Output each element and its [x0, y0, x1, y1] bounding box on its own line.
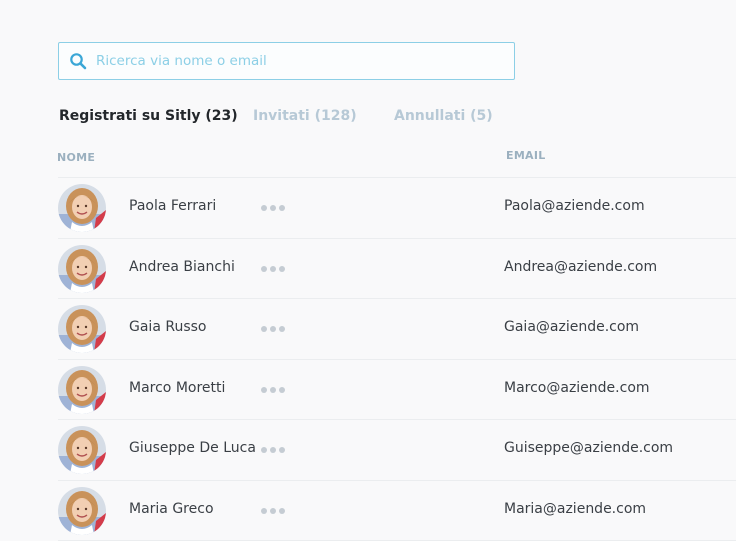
more-options-icon[interactable] — [261, 198, 285, 218]
avatar — [58, 486, 106, 535]
user-row[interactable]: Gaia Russo Gaia@aziende.com — [58, 298, 736, 358]
column-header-email[interactable]: EMAIL — [506, 149, 546, 162]
user-name: Giuseppe De Luca — [129, 440, 256, 456]
more-options-icon[interactable] — [261, 380, 285, 400]
column-header-name[interactable]: NOME — [57, 151, 95, 164]
user-name: Paola Ferrari — [129, 198, 217, 214]
user-name: Andrea Bianchi — [129, 258, 235, 275]
search-icon — [70, 53, 87, 70]
user-name: Marco Moretti — [129, 379, 226, 396]
avatar — [58, 305, 106, 353]
user-row[interactable]: Marco Moretti Marco@aziende.com — [58, 359, 736, 419]
user-email: Marco@aziende.com — [504, 379, 650, 396]
avatar — [58, 244, 106, 293]
user-email: Paola@aziende.com — [504, 198, 645, 214]
user-row[interactable]: Paola Ferrari Paola@aziende.com — [58, 177, 736, 237]
avatar — [58, 426, 106, 474]
user-row[interactable]: Giuseppe De Luca Guiseppe@aziende.com — [58, 419, 736, 479]
user-name: Gaia Russo — [129, 319, 207, 335]
more-options-icon[interactable] — [261, 259, 285, 279]
user-email: Gaia@aziende.com — [504, 319, 640, 335]
user-email: Maria@aziende.com — [504, 500, 647, 517]
more-options-icon[interactable] — [261, 440, 285, 460]
search-input[interactable] — [96, 53, 496, 69]
avatar — [58, 184, 106, 232]
user-row[interactable]: Andrea Bianchi Andrea@aziende.com — [58, 238, 736, 298]
user-email: Andrea@aziende.com — [504, 258, 658, 275]
tab-registered[interactable]: Registrati su Sitly (23) — [59, 108, 238, 124]
tab-cancelled[interactable]: Annullati (5) — [394, 108, 493, 124]
tab-invited[interactable]: Invitati (128) — [253, 108, 357, 124]
user-name: Maria Greco — [129, 500, 214, 517]
user-email: Guiseppe@aziende.com — [504, 440, 674, 456]
search-box[interactable] — [58, 42, 515, 80]
more-options-icon[interactable] — [261, 319, 285, 339]
avatar — [58, 365, 106, 414]
user-row[interactable]: Maria Greco Maria@aziende.com — [58, 480, 736, 540]
more-options-icon[interactable] — [261, 501, 285, 521]
